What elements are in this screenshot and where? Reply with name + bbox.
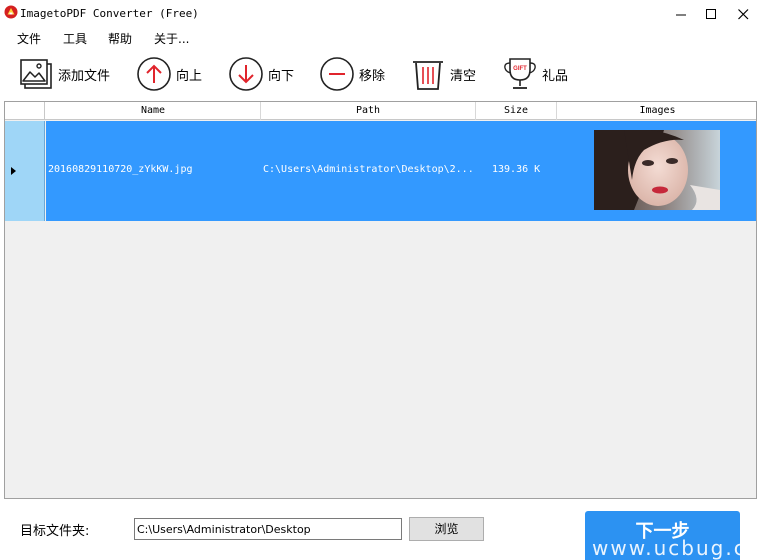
menu-tools[interactable]: 工具 — [63, 30, 87, 47]
move-down-label: 向下 — [268, 68, 295, 84]
minimize-button[interactable] — [665, 0, 697, 28]
gift-badge-text: GIFT — [513, 66, 527, 72]
row-selector[interactable] — [5, 121, 45, 221]
menu-help[interactable]: 帮助 — [108, 30, 132, 47]
menu-file[interactable]: 文件 — [17, 30, 41, 47]
column-header-path[interactable]: Path — [261, 102, 476, 120]
close-icon — [737, 8, 748, 19]
toolbar: 添加文件 向上 向下 移除 清空 GIFT 礼品 — [0, 50, 761, 98]
arrow-down-icon — [228, 56, 264, 92]
move-up-label: 向上 — [176, 68, 203, 84]
current-row-arrow-icon — [11, 167, 16, 175]
cell-size: 139.36 K — [492, 164, 541, 175]
minus-circle-icon — [319, 56, 355, 92]
column-header-images[interactable]: Images — [557, 102, 756, 120]
add-image-icon — [18, 56, 54, 92]
remove-label: 移除 — [359, 68, 386, 84]
row-cells[interactable]: 20160829110720_zYkKW.jpg C:\Users\Admini… — [46, 121, 756, 221]
menu-about[interactable]: 关于... — [154, 30, 189, 47]
cell-name: 20160829110720_zYkKW.jpg — [48, 164, 193, 175]
move-up-button[interactable]: 向上 — [136, 54, 202, 94]
maximize-button[interactable] — [695, 0, 727, 28]
cell-path: C:\Users\Administrator\Desktop\2... — [263, 164, 474, 175]
add-files-label: 添加文件 — [58, 68, 111, 84]
remove-button[interactable]: 移除 — [319, 54, 385, 94]
trophy-gift-icon: GIFT — [502, 56, 538, 92]
column-header-size[interactable]: Size — [476, 102, 557, 120]
close-button[interactable] — [727, 0, 759, 28]
table-row[interactable]: 20160829110720_zYkKW.jpg C:\Users\Admini… — [5, 121, 756, 221]
watermark-text: www.ucbug.c — [592, 536, 747, 560]
gift-button[interactable]: GIFT 礼品 — [502, 54, 568, 94]
minimize-icon — [675, 14, 686, 15]
row-header-corner — [5, 102, 45, 120]
column-header-name[interactable]: Name — [46, 102, 261, 120]
arrow-up-icon — [136, 56, 172, 92]
grid-header: Name Path Size Images — [5, 102, 756, 120]
target-folder-input[interactable]: C:\Users\Administrator\Desktop — [134, 518, 402, 540]
clear-label: 清空 — [450, 68, 477, 84]
gift-label: 礼品 — [542, 68, 569, 84]
menu-bar: 文件 工具 帮助 关于... — [0, 28, 761, 48]
window-title: ImagetoPDF Converter (Free) — [20, 7, 199, 20]
app-icon — [4, 5, 18, 19]
file-grid[interactable]: Name Path Size Images 20160829110720_zYk… — [4, 101, 757, 499]
image-thumbnail — [594, 130, 720, 210]
add-files-button[interactable]: 添加文件 — [18, 54, 110, 94]
title-bar: ImagetoPDF Converter (Free) — [0, 0, 761, 28]
move-down-button[interactable]: 向下 — [228, 54, 294, 94]
clear-button[interactable]: 清空 — [410, 54, 476, 94]
target-folder-label: 目标文件夹: — [20, 524, 90, 539]
browse-button[interactable]: 浏览 — [409, 517, 484, 541]
maximize-icon — [705, 8, 716, 19]
trash-icon — [410, 56, 446, 92]
